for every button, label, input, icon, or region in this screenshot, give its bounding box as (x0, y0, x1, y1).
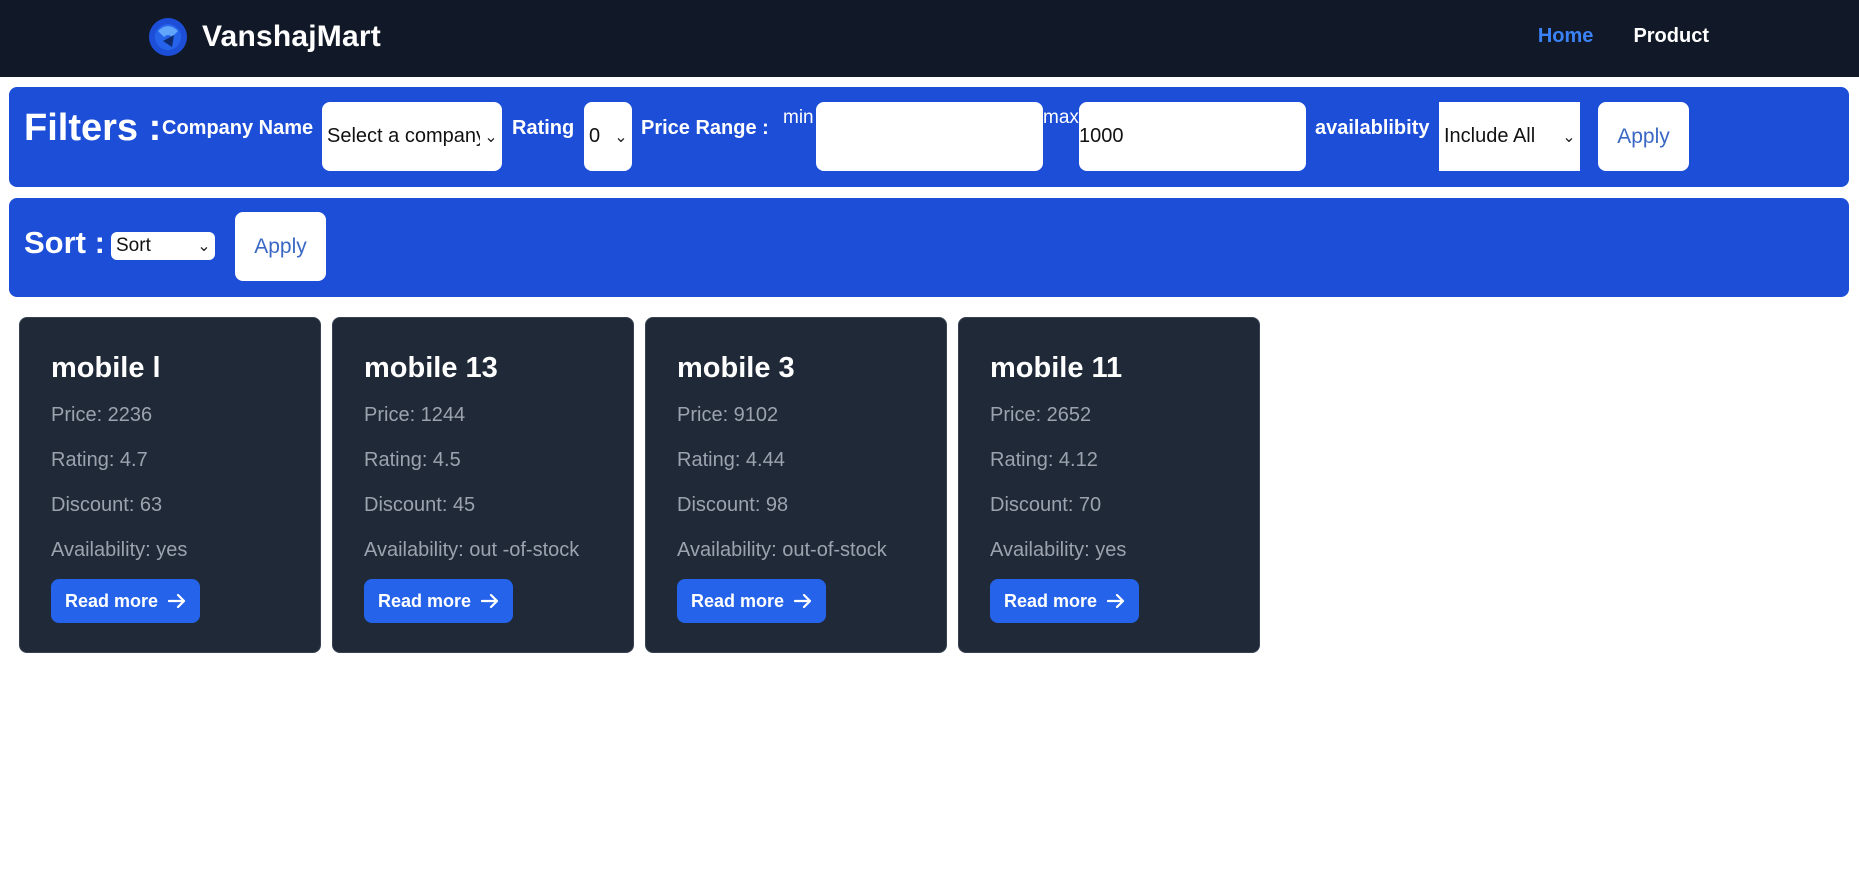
arrow-right-icon (481, 594, 499, 608)
availability-select[interactable]: Include All ⌄ (1439, 102, 1580, 171)
filters-panel: Filters : Company Name Select a company … (9, 87, 1849, 187)
read-more-button[interactable]: Read more (990, 579, 1140, 623)
product-discount: Discount: 45 (364, 494, 476, 516)
company-select[interactable]: Select a company ⌄ (322, 102, 502, 171)
rating-select-value: 0 (589, 125, 601, 147)
sort-apply-button[interactable]: Apply (235, 212, 326, 281)
product-rating: Rating: 4.5 (364, 449, 461, 471)
rating-select[interactable]: 0 ⌄ (584, 102, 632, 171)
sort-panel: Sort : Sort ⌄ Apply (9, 198, 1849, 297)
chevron-down-icon: ⌄ (614, 128, 628, 146)
product-name: mobile 3 (677, 352, 795, 384)
product-price: Price: 1244 (364, 404, 466, 426)
price-range-label: Price Range : (641, 117, 769, 139)
navbar: VanshajMart Home Product (0, 0, 1859, 77)
read-more-label: Read more (378, 590, 472, 611)
company-select-value: Select a company (327, 125, 480, 147)
product-discount: Discount: 70 (990, 494, 1102, 516)
read-more-label: Read more (65, 590, 159, 611)
brand-name: VanshajMart (202, 20, 381, 53)
product-price: Price: 2236 (51, 404, 153, 426)
rating-label: Rating (512, 117, 575, 139)
read-more-button[interactable]: Read more (364, 579, 514, 623)
product-rating: Rating: 4.44 (677, 449, 785, 471)
arrow-right-icon (794, 594, 812, 608)
product-price: Price: 9102 (677, 404, 779, 426)
product-card: mobile 3 Price: 9102 Rating: 4.44 Discou… (645, 317, 947, 653)
product-discount: Discount: 63 (51, 494, 163, 516)
sort-title: Sort : (24, 225, 105, 260)
filters-apply-button[interactable]: Apply (1598, 102, 1689, 171)
nav-link-product[interactable]: Product (1633, 25, 1709, 48)
max-label: max (1043, 107, 1079, 128)
min-price-input[interactable] (816, 102, 1043, 171)
product-availability: Availability: yes (51, 539, 188, 561)
product-availability: Availability: yes (990, 539, 1127, 561)
sort-select[interactable]: Sort ⌄ (111, 232, 215, 260)
product-availability: Availability: out -of-stock (364, 539, 580, 561)
company-name-label: Company Name (162, 117, 314, 139)
chevron-down-icon: ⌄ (484, 128, 498, 146)
product-card: mobile 11 Price: 2652 Rating: 4.12 Disco… (958, 317, 1260, 653)
arrow-right-icon (168, 594, 186, 608)
max-price-input[interactable]: 1000 (1079, 102, 1306, 171)
product-name: mobile 11 (990, 352, 1123, 384)
product-card: mobile l Price: 2236 Rating: 4.7 Discoun… (19, 317, 321, 653)
product-discount: Discount: 98 (677, 494, 789, 516)
arrow-right-icon (1107, 594, 1125, 608)
availability-select-value: Include All (1444, 125, 1536, 147)
product-rating: Rating: 4.12 (990, 449, 1098, 471)
chevron-down-icon: ⌄ (197, 238, 211, 255)
max-price-value: 1000 (1079, 125, 1124, 147)
chevron-down-icon: ⌄ (1562, 128, 1576, 146)
product-card: mobile 13 Price: 1244 Rating: 4.5 Discou… (332, 317, 634, 653)
read-more-button[interactable]: Read more (51, 579, 201, 623)
read-more-label: Read more (1004, 590, 1098, 611)
brand[interactable]: VanshajMart (148, 17, 381, 57)
sort-select-value: Sort (116, 235, 151, 256)
nav-links: Home Product (1538, 25, 1709, 48)
product-name: mobile l (51, 352, 161, 384)
nav-link-home[interactable]: Home (1538, 25, 1594, 48)
product-price: Price: 2652 (990, 404, 1092, 426)
min-label: min (783, 107, 814, 128)
product-availability: Availability: out-of-stock (677, 539, 887, 561)
read-more-button[interactable]: Read more (677, 579, 827, 623)
read-more-label: Read more (691, 590, 785, 611)
product-name: mobile 13 (364, 352, 498, 384)
brand-logo-icon (149, 18, 187, 56)
availability-label: availablibity (1315, 117, 1430, 139)
filters-title: Filters : (24, 107, 162, 149)
product-rating: Rating: 4.7 (51, 449, 148, 471)
